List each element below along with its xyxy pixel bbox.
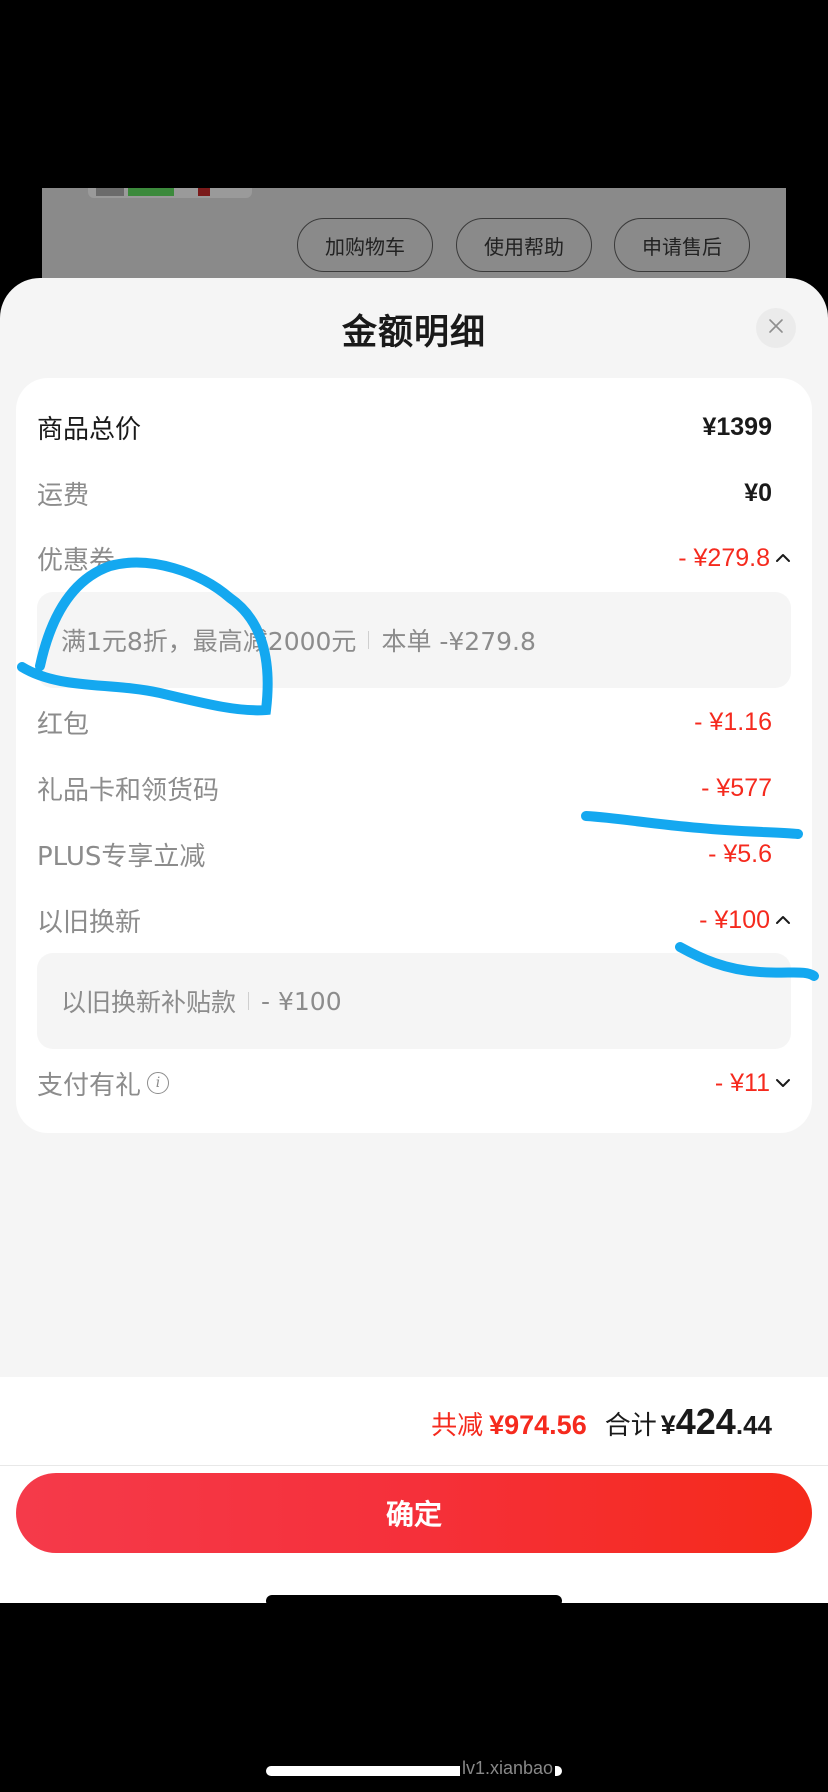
chevron-down-icon[interactable] [772,1072,794,1094]
row-value: - ¥11 [715,1069,794,1098]
chevron-up-icon[interactable] [772,909,794,931]
row-label: 运费 [37,480,90,511]
help-button: 使用帮助 [456,218,592,272]
payment-gift-label: 支付有礼 [37,1070,142,1101]
row-gift-card: 礼品卡和领货码 - ¥577 [16,763,812,813]
saved-label: 共减 [431,1410,484,1440]
row-label: 支付有礼 i [37,1065,170,1102]
row-label: 优惠券 [37,545,116,576]
add-to-cart-button: 加购物车 [297,218,433,272]
watermark: lv1.xianbao [460,1758,556,1779]
divider [368,631,370,649]
coupon-detail-amount: 本单 -¥279.8 [381,627,536,656]
after-sales-button: 申请售后 [614,218,750,272]
row-label: 商品总价 [37,414,142,445]
trade-in-detail-text: 以旧换新补贴款 [61,988,237,1017]
row-label: PLUS专享立减 [37,841,206,872]
sheet-footer: 共减 ¥974.56 合计 ¥ 424 .44 确定 [0,1377,828,1603]
divider [248,992,250,1010]
total-summary: 共减 ¥974.56 合计 ¥ 424 .44 [431,1401,772,1443]
total-currency: ¥ [660,1410,676,1440]
row-trade-in[interactable]: 以旧换新 - ¥100 [16,895,812,945]
confirm-button[interactable]: 确定 [16,1473,812,1553]
row-value: - ¥1.16 [694,707,772,736]
chevron-up-icon[interactable] [772,547,794,569]
saved-amount: ¥974.56 [489,1410,587,1440]
footer-divider [0,1465,828,1466]
row-value: ¥0 [744,478,772,507]
trade-in-detail: 以旧换新补贴款 - ¥100 [37,953,791,1049]
row-red-packet: 红包 - ¥1.16 [16,697,812,747]
total-label: 合计 [604,1410,657,1440]
trade-in-detail-amount: - ¥100 [261,986,342,1016]
row-value: - ¥5.6 [708,839,772,868]
row-coupon[interactable]: 优惠券 - ¥279.8 [16,533,812,583]
coupon-detail-text: 满1元8折，最高减2000元 [61,627,357,656]
row-label: 红包 [37,709,90,740]
trade-in-amount: - ¥100 [699,905,770,934]
payment-gift-amount: - ¥11 [714,1068,770,1097]
price-breakdown-card: 商品总价 ¥1399 运费 ¥0 优惠券 - ¥279.8 满1元8折，最高减2… [16,378,812,1133]
home-indicator [266,1595,562,1607]
row-value: - ¥100 [699,906,794,935]
sheet-title: 金额明细 [341,313,486,353]
info-icon[interactable]: i [147,1072,170,1094]
coupon-amount: - ¥279.8 [678,543,770,572]
row-value: - ¥577 [701,773,772,802]
row-shipping: 运费 ¥0 [16,468,812,518]
row-payment-gift[interactable]: 支付有礼 i - ¥11 [16,1058,812,1108]
row-item-total: 商品总价 ¥1399 [16,402,812,452]
background-page: 加购物车 使用帮助 申请售后 [42,188,786,288]
row-value: - ¥279.8 [678,544,794,573]
row-label: 礼品卡和领货码 [37,775,220,806]
close-icon [768,318,784,338]
row-value: ¥1399 [702,412,772,441]
total-integer: 424 [675,1401,736,1442]
product-thumbnail [88,188,252,198]
coupon-detail: 满1元8折，最高减2000元 本单 -¥279.8 [37,592,791,688]
total-decimal: .44 [735,1410,772,1440]
close-button[interactable] [756,308,796,348]
row-label: 以旧换新 [37,907,142,938]
row-plus-discount: PLUS专享立减 - ¥5.6 [16,829,812,879]
